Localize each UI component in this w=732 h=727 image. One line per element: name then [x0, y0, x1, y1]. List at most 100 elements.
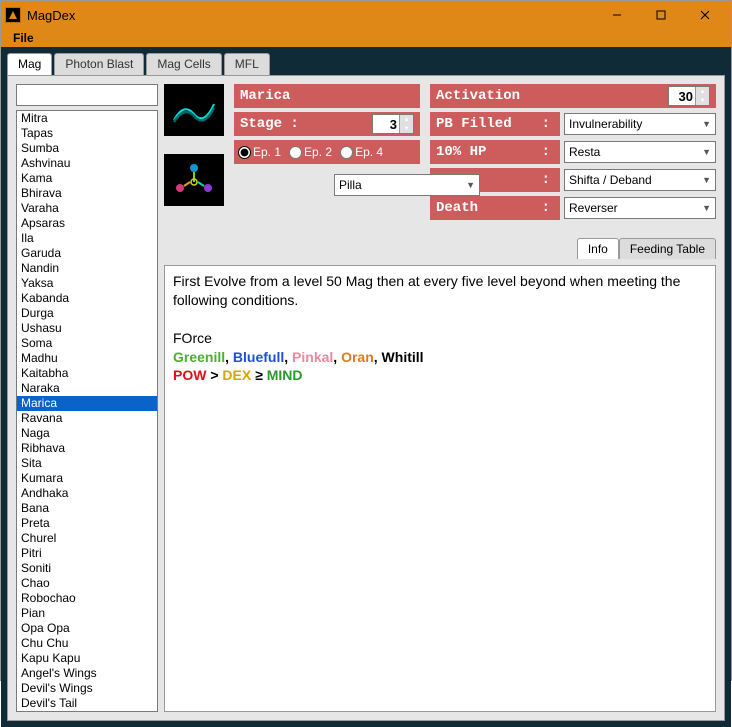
activation-row-select[interactable]: Reverser▼ [564, 197, 716, 219]
pb-select-value: Pilla [339, 178, 466, 192]
stage-stepper[interactable]: ▲▼ [372, 114, 414, 134]
stage-label: Stage : [240, 116, 372, 132]
mag-list[interactable]: MitraTapasSumbaAshvinauKamaBhiravaVaraha… [16, 110, 158, 712]
activation-bar: Activation ▲▼ [430, 84, 716, 108]
tab-body: MitraTapasSumbaAshvinauKamaBhiravaVaraha… [7, 75, 725, 721]
close-button[interactable] [683, 1, 727, 29]
radio-ep2[interactable]: Ep. 2 [289, 145, 332, 159]
activation-row-label: PB Filled: [430, 112, 560, 136]
list-item[interactable]: Devil's Wings [17, 681, 157, 696]
activation-up[interactable]: ▲ [695, 87, 709, 96]
list-item[interactable]: Soniti [17, 561, 157, 576]
list-item[interactable]: Apsaras [17, 216, 157, 231]
activation-value[interactable] [669, 89, 695, 104]
list-item[interactable]: Ushasu [17, 321, 157, 336]
list-item[interactable]: Pian [17, 606, 157, 621]
list-item[interactable]: Kaitabha [17, 366, 157, 381]
maximize-button[interactable] [639, 1, 683, 29]
activation-row: 10% HP:Resta▼ [430, 140, 716, 164]
list-item[interactable]: Bhirava [17, 186, 157, 201]
list-item[interactable]: Devil's Tail [17, 696, 157, 711]
activation-stepper[interactable]: ▲▼ [668, 86, 710, 106]
info-class: FOrce [173, 329, 707, 348]
minimize-button[interactable] [595, 1, 639, 29]
list-item[interactable]: Ribhava [17, 441, 157, 456]
tab-mag[interactable]: Mag [7, 53, 52, 75]
chevron-down-icon: ▼ [702, 119, 711, 129]
activation-down[interactable]: ▼ [695, 96, 709, 105]
list-item[interactable]: Angel's Wings [17, 666, 157, 681]
list-item[interactable]: Churel [17, 531, 157, 546]
list-item[interactable]: Nandin [17, 261, 157, 276]
mag-name-bar: Marica [234, 84, 420, 108]
list-item[interactable]: Tapas [17, 126, 157, 141]
list-item[interactable]: Kumara [17, 471, 157, 486]
activation-label: Activation [436, 88, 520, 104]
info-section-ids: Greenill, Bluefull, Pinkal, Oran, Whitil… [173, 348, 707, 367]
window-buttons [595, 1, 727, 29]
list-item[interactable]: Ashvinau [17, 156, 157, 171]
stage-value[interactable] [373, 117, 399, 132]
activation-row-select[interactable]: Shifta / Deband▼ [564, 169, 716, 191]
list-item[interactable]: Bana [17, 501, 157, 516]
list-item[interactable]: Yaksa [17, 276, 157, 291]
episode-row: Ep. 1 Ep. 2 Ep. 4 [234, 140, 420, 164]
info-body: First Evolve from a level 50 Mag then at… [164, 265, 716, 712]
list-item[interactable]: Naraka [17, 381, 157, 396]
tab-info[interactable]: Info [577, 238, 619, 259]
pb-select[interactable]: Pilla ▼ [334, 174, 480, 196]
list-item[interactable]: Garuda [17, 246, 157, 261]
list-item[interactable]: Marica [17, 396, 157, 411]
info-tabs: Info Feeding Table [577, 238, 716, 259]
search-input[interactable] [16, 84, 158, 106]
list-item[interactable]: Varaha [17, 201, 157, 216]
list-item[interactable]: Sumba [17, 141, 157, 156]
list-item[interactable]: Mitra [17, 111, 157, 126]
list-item[interactable]: Naga [17, 426, 157, 441]
icons-column [164, 84, 224, 224]
stage-down[interactable]: ▼ [399, 124, 413, 133]
app-window: MagDex File Mag Photon Blast Mag Cells M… [0, 0, 732, 681]
tab-mag-cells[interactable]: Mag Cells [146, 53, 221, 75]
radio-ep1[interactable]: Ep. 1 [238, 145, 281, 159]
list-item[interactable]: Madhu [17, 351, 157, 366]
tab-feeding[interactable]: Feeding Table [619, 238, 716, 259]
list-item[interactable]: Durga [17, 306, 157, 321]
list-item[interactable]: Kapu Kapu [17, 651, 157, 666]
list-item[interactable]: Chao [17, 576, 157, 591]
chevron-down-icon: ▼ [702, 147, 711, 157]
chevron-down-icon: ▼ [702, 203, 711, 213]
left-column: MitraTapasSumbaAshvinauKamaBhiravaVaraha… [16, 84, 158, 712]
list-item[interactable]: Pitri [17, 546, 157, 561]
list-item[interactable]: Sita [17, 456, 157, 471]
top-row: Marica Stage : ▲▼ Ep. 1 Ep. 2 [164, 84, 716, 224]
stage-up[interactable]: ▲ [399, 115, 413, 124]
list-item[interactable]: Chu Chu [17, 636, 157, 651]
radio-ep4[interactable]: Ep. 4 [340, 145, 383, 159]
list-item[interactable]: Soma [17, 336, 157, 351]
activation-row-select[interactable]: Invulnerability▼ [564, 113, 716, 135]
list-item[interactable]: Robochao [17, 591, 157, 606]
list-item[interactable]: Kama [17, 171, 157, 186]
chevron-down-icon: ▼ [702, 175, 711, 185]
list-item[interactable]: Ravana [17, 411, 157, 426]
list-item[interactable]: Andhaka [17, 486, 157, 501]
info-stat-condition: POW > DEX ≥ MIND [173, 366, 707, 385]
list-item[interactable]: Ila [17, 231, 157, 246]
menu-file[interactable]: File [7, 29, 40, 47]
menubar: File [1, 29, 731, 47]
list-item[interactable]: Kabanda [17, 291, 157, 306]
tab-photon-blast[interactable]: Photon Blast [54, 53, 144, 75]
list-item[interactable]: Preta [17, 516, 157, 531]
info-evolve-text: First Evolve from a level 50 Mag then at… [173, 272, 707, 310]
activation-column: Activation ▲▼ PB Filled:Invulnerability▼… [430, 84, 716, 224]
app-icon [5, 7, 21, 23]
photon-blast-icon [164, 154, 224, 206]
mid-column: Marica Stage : ▲▼ Ep. 1 Ep. 2 [234, 84, 420, 224]
activation-row-label: 10% HP: [430, 140, 560, 164]
activation-row-select[interactable]: Resta▼ [564, 141, 716, 163]
tab-mfl[interactable]: MFL [224, 53, 270, 75]
list-item[interactable]: Opa Opa [17, 621, 157, 636]
main-tabs: Mag Photon Blast Mag Cells MFL [7, 53, 725, 75]
stage-bar: Stage : ▲▼ [234, 112, 420, 136]
